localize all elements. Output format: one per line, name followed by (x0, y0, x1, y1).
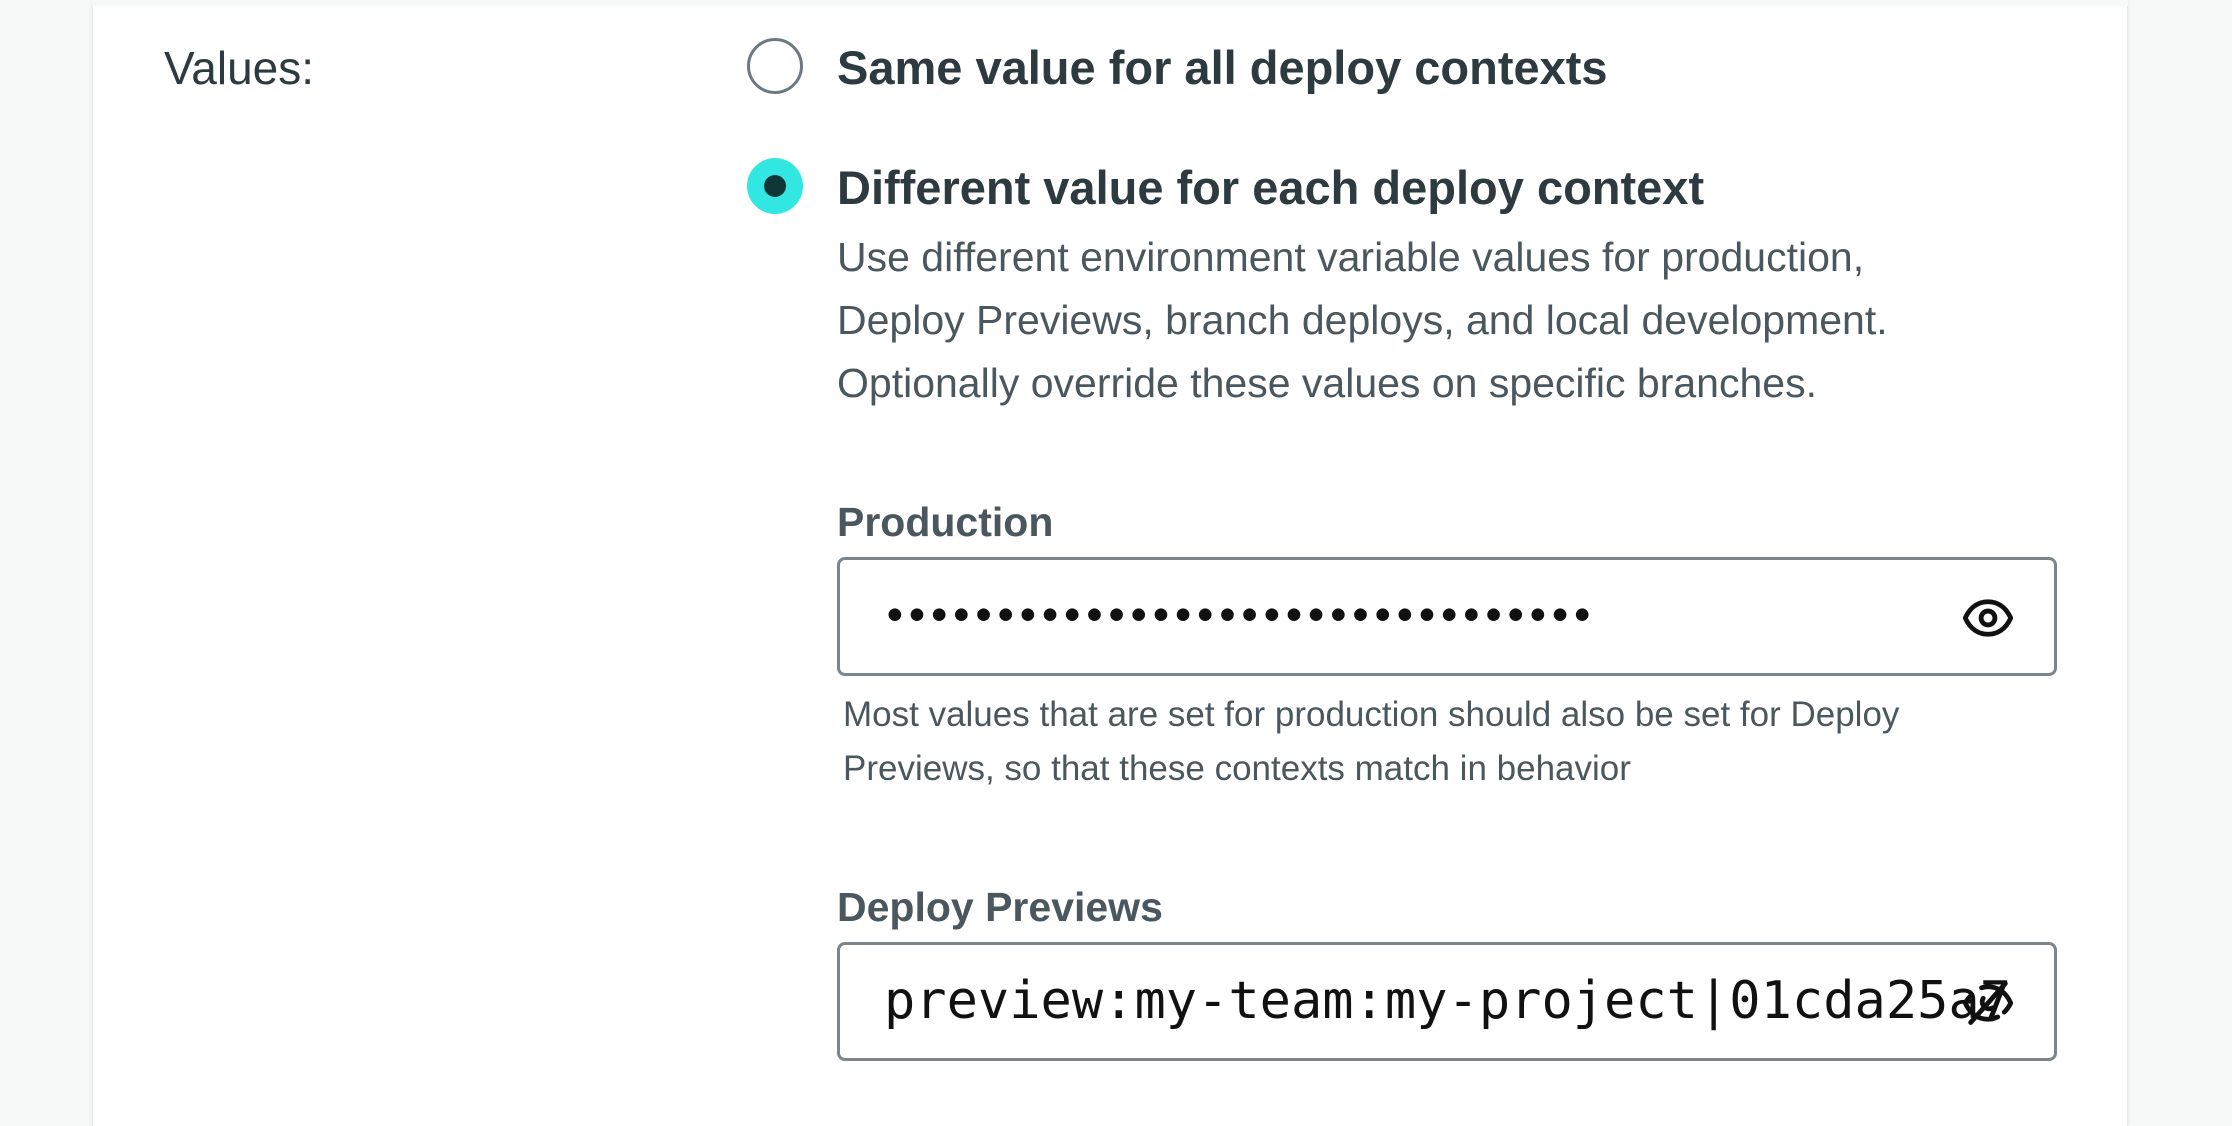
radio-selected-dot (764, 175, 786, 197)
help-text-line: Previews, so that these contexts match i… (843, 749, 1631, 788)
production-input[interactable]: •••••••••••••••••••••••••••••••• (837, 557, 2057, 676)
radio-different-value[interactable] (747, 158, 803, 214)
option-same-value-label[interactable]: Same value for all deploy contexts (837, 40, 1608, 96)
option-description-line: Use different environment variable value… (837, 234, 1865, 280)
production-help-text: Most values that are set for production … (843, 688, 2063, 796)
option-description-line: Optionally override these values on spec… (837, 360, 1817, 406)
card-top-edge (92, 0, 2128, 6)
deploy-previews-label: Deploy Previews (837, 884, 1163, 930)
option-description-line: Deploy Previews, branch deploys, and loc… (837, 297, 1888, 343)
production-input-value[interactable]: •••••••••••••••••••••••••••••••• (884, 560, 1594, 673)
eye-icon[interactable] (1962, 592, 2014, 644)
option-different-value-label[interactable]: Different value for each deploy context (837, 160, 1704, 216)
radio-same-value[interactable] (747, 38, 803, 94)
values-label: Values: (164, 42, 315, 94)
eye-off-icon[interactable] (1962, 977, 2014, 1029)
deploy-previews-input[interactable]: preview:my-team:my-project|01cda25a7 (837, 942, 2057, 1061)
deploy-previews-input-value[interactable]: preview:my-team:my-project|01cda25a7 (884, 945, 2011, 1058)
help-text-line: Most values that are set for production … (843, 695, 1900, 734)
option-description: Use different environment variable value… (837, 226, 2077, 415)
production-label: Production (837, 499, 1054, 545)
